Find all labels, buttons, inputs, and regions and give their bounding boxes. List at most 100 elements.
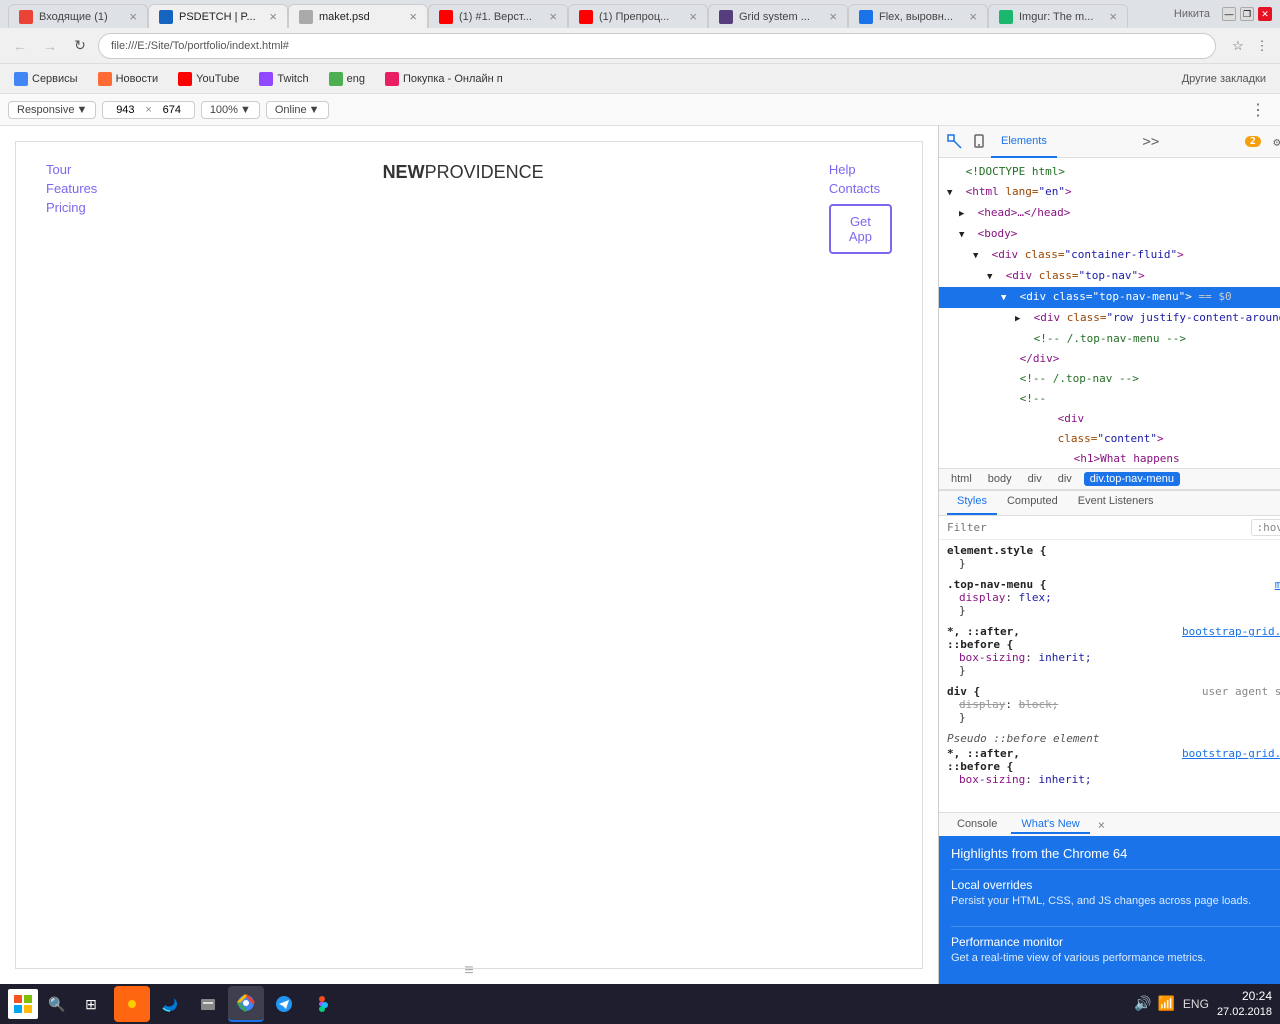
tree-line-comment3[interactable]: <!-- <box>939 389 1280 409</box>
tree-triangle-head[interactable] <box>959 204 971 223</box>
tree-triangle-row[interactable] <box>1015 309 1027 328</box>
bookmarks-other[interactable]: Другие закладки <box>1176 71 1272 87</box>
tree-line-topnavmenu[interactable]: <div class="top-nav-menu"> == $0 <box>939 287 1280 308</box>
nav-link-pricing[interactable]: Pricing <box>46 200 97 215</box>
tab-close-youtube2[interactable]: × <box>689 9 697 24</box>
devtools-settings-icon[interactable]: ⚙ <box>1265 130 1280 154</box>
tab-youtube2[interactable]: (1) Препроц... × <box>568 4 708 28</box>
back-button[interactable]: ← <box>8 34 32 58</box>
style-prop-boxsizing2: box-sizing: inherit; <box>947 773 1280 786</box>
nav-link-contacts[interactable]: Contacts <box>829 181 880 196</box>
bookmark-servisy[interactable]: Сервисы <box>8 70 84 88</box>
tree-line-divclass[interactable]: <div <box>939 409 1280 429</box>
tab-psdetch[interactable]: PSDETCH | P... × <box>148 4 288 28</box>
nav-link-tour[interactable]: Tour <box>46 162 97 177</box>
styles-tab-event-listeners[interactable]: Event Listeners <box>1068 491 1164 515</box>
breadcrumb-div2[interactable]: div <box>1054 472 1076 486</box>
taskbar-search-button[interactable]: 🔍 <box>42 989 72 1019</box>
style-source-bootstrap2[interactable]: bootstrap-grid.min.css:6 <box>1182 747 1280 760</box>
tree-line-comment1[interactable]: <!-- /.top-nav-menu --> <box>939 329 1280 349</box>
tree-triangle-html[interactable] <box>947 183 959 202</box>
tree-line-html[interactable]: <html lang="en"> <box>939 182 1280 203</box>
filter-input[interactable] <box>947 521 1247 534</box>
tree-line-h1[interactable]: <h1>What happens <box>939 449 1280 468</box>
tab-close-maket[interactable]: × <box>409 9 417 24</box>
tab-close-imgur[interactable]: × <box>1109 9 1117 24</box>
tree-line-container[interactable]: <div class="container-fluid"> <box>939 245 1280 266</box>
tab-gmail[interactable]: Входящие (1) × <box>8 4 148 28</box>
zoom-dropdown[interactable]: 100% ▼ <box>201 101 260 119</box>
tab-close-bootstrap[interactable]: × <box>829 9 837 24</box>
tree-line-head[interactable]: <head>…</head> <box>939 203 1280 224</box>
viewport-width-input[interactable] <box>109 104 141 116</box>
devtools-tab-elements[interactable]: Elements <box>991 126 1057 158</box>
taskbar-edge[interactable] <box>152 986 188 1022</box>
close-button[interactable]: ✕ <box>1258 7 1272 21</box>
breadcrumb-div1[interactable]: div <box>1024 472 1046 486</box>
taskbar-figma[interactable] <box>304 986 340 1022</box>
tab-maket[interactable]: maket.psd × <box>288 4 428 28</box>
taskbar-telegram[interactable] <box>266 986 302 1022</box>
forward-button[interactable]: → <box>38 34 62 58</box>
devtools-device-icon[interactable] <box>967 130 991 154</box>
whatsnew-close[interactable]: × <box>1094 818 1109 832</box>
devtools-tab-more[interactable]: >> <box>1136 134 1165 150</box>
bookmark-twitch[interactable]: Twitch <box>253 70 314 88</box>
tree-line-doctype[interactable]: <!DOCTYPE html> <box>939 162 1280 182</box>
tab-youtube1[interactable]: (1) #1. Верст... × <box>428 4 568 28</box>
tab-close-psdetch[interactable]: × <box>269 9 277 24</box>
tree-line-contentclass[interactable]: class="content"> <box>939 429 1280 449</box>
tab-bootstrap[interactable]: Grid system ... × <box>708 4 848 28</box>
url-bar[interactable]: file:///E:/Site/To/portfolio/indext.html… <box>98 33 1216 59</box>
tab-close-youtube1[interactable]: × <box>549 9 557 24</box>
taskbar-firefox[interactable] <box>114 986 150 1022</box>
tree-line-closediv1[interactable]: </div> <box>939 349 1280 369</box>
tab-flex[interactable]: Flex, выровн... × <box>848 4 988 28</box>
tree-triangle-container[interactable] <box>973 246 985 265</box>
tab-close-gmail[interactable]: × <box>129 9 137 24</box>
bookmark-shop[interactable]: Покупка - Онлайн п <box>379 70 509 88</box>
styles-tab-computed[interactable]: Computed <box>997 491 1068 515</box>
bookmark-star-button[interactable]: ☆ <box>1228 36 1248 56</box>
online-dropdown[interactable]: Online ▼ <box>266 101 329 119</box>
nav-link-help[interactable]: Help <box>829 162 856 177</box>
minimize-button[interactable]: — <box>1222 7 1236 21</box>
tree-triangle-topnav[interactable] <box>987 267 999 286</box>
styles-tab-styles[interactable]: Styles <box>947 491 997 515</box>
devtools-inspect-icon[interactable] <box>943 130 967 154</box>
get-app-button[interactable]: GetApp <box>829 204 892 254</box>
breadcrumb-html[interactable]: html <box>947 472 976 486</box>
bookmark-eng[interactable]: eng <box>323 70 371 88</box>
tab-imgur[interactable]: Imgur: The m... × <box>988 4 1128 28</box>
tree-line-comment2[interactable]: <!-- /.top-nav --> <box>939 369 1280 389</box>
viewport-height-input[interactable] <box>156 104 188 116</box>
reload-button[interactable]: ↻ <box>68 34 92 58</box>
tree-triangle-topnavmenu[interactable] <box>1001 288 1013 307</box>
tree-line-row[interactable]: <div class="row justify-content-around">… <box>939 308 1280 329</box>
nav-link-features[interactable]: Features <box>46 181 97 196</box>
tab-close-flex[interactable]: × <box>969 9 977 24</box>
bottom-tab-console[interactable]: Console <box>947 816 1007 834</box>
restore-button[interactable]: ❐ <box>1240 7 1254 21</box>
breadcrumb-body[interactable]: body <box>984 472 1016 486</box>
browser-menu-button[interactable]: ⋮ <box>1252 36 1272 56</box>
viewport-more[interactable]: ⋮ <box>1244 98 1272 122</box>
bookmark-novosti[interactable]: Новости <box>92 70 165 88</box>
bottom-tab-whatsnew[interactable]: What's New <box>1011 816 1089 834</box>
taskbar-disk[interactable] <box>190 986 226 1022</box>
tray-network-icon[interactable]: 🔊 <box>1134 995 1151 1012</box>
tray-volume-icon[interactable]: 📶 <box>1157 995 1174 1012</box>
tree-line-topnav[interactable]: <div class="top-nav"> <box>939 266 1280 287</box>
tree-triangle-body[interactable] <box>959 225 971 244</box>
start-button[interactable] <box>8 989 38 1019</box>
style-source-bootstrap[interactable]: bootstrap-grid.min.css:6 <box>1182 625 1280 638</box>
style-source-maincss[interactable]: main.css:5 <box>1275 578 1280 591</box>
taskbar-view-button[interactable]: ⊞ <box>76 989 106 1019</box>
tree-line-body[interactable]: <body> <box>939 224 1280 245</box>
filter-hov[interactable]: :hov <box>1251 519 1280 536</box>
breadcrumb-topnavmenu[interactable]: div.top-nav-menu <box>1084 472 1180 486</box>
tray-time[interactable]: 20:24 27.02.2018 <box>1217 989 1272 1019</box>
bookmark-youtube[interactable]: YouTube <box>172 70 245 88</box>
taskbar-chrome[interactable] <box>228 986 264 1022</box>
responsive-dropdown[interactable]: Responsive ▼ <box>8 101 96 119</box>
